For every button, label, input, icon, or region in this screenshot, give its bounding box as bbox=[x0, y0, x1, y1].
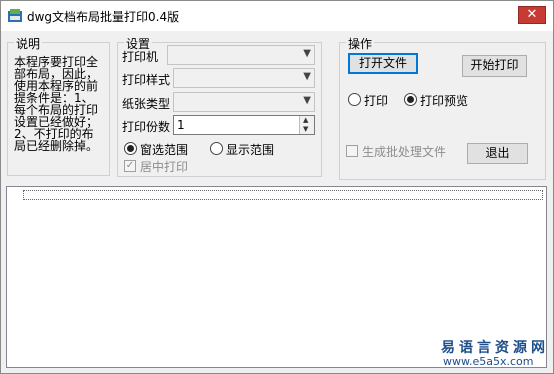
copies-label: 打印份数 bbox=[122, 120, 171, 134]
chevron-down-icon: ▼ bbox=[303, 95, 311, 106]
center-print-checkbox[interactable]: ✓ bbox=[124, 160, 136, 172]
center-print-label: 居中打印 bbox=[140, 160, 189, 174]
spin-up-icon[interactable]: ▲ bbox=[303, 116, 308, 124]
printer-label: 打印机 bbox=[122, 50, 159, 64]
print-preview-label[interactable]: 打印预览 bbox=[420, 92, 468, 109]
spin-buttons[interactable]: ▲ ▼ bbox=[299, 116, 314, 134]
chevron-down-icon: ▼ bbox=[303, 71, 311, 82]
description-text: 本程序要打印全部布局，因此，使用本程序的前提条件是：1、每个布局的打印设置已经做… bbox=[14, 55, 99, 153]
exit-button[interactable]: 退出 bbox=[467, 143, 528, 164]
copies-value: 1 bbox=[177, 118, 185, 132]
list-item[interactable] bbox=[23, 190, 543, 200]
display-range-label[interactable]: 显示范围 bbox=[226, 141, 274, 158]
paper-type-select[interactable]: ▼ bbox=[173, 92, 315, 112]
watermark-url: www.e5a5x.com bbox=[443, 355, 534, 368]
copies-stepper[interactable]: 1 ▲ ▼ bbox=[173, 115, 315, 135]
operations-group-title: 操作 bbox=[346, 35, 375, 52]
close-button[interactable]: ✕ bbox=[518, 6, 546, 24]
print-preview-radio[interactable] bbox=[404, 93, 417, 106]
open-file-button[interactable]: 打开文件 bbox=[348, 53, 418, 74]
print-radio[interactable] bbox=[348, 93, 361, 106]
window-range-label[interactable]: 窗选范围 bbox=[140, 141, 188, 158]
batch-file-label: 生成批处理文件 bbox=[362, 145, 447, 159]
window-range-radio[interactable] bbox=[124, 142, 137, 155]
app-icon bbox=[8, 9, 22, 22]
description-group-title: 说明 bbox=[14, 35, 43, 52]
print-style-select[interactable]: ▼ bbox=[173, 68, 315, 88]
paper-type-label: 纸张类型 bbox=[122, 97, 171, 111]
display-range-radio[interactable] bbox=[210, 142, 223, 155]
title-bar[interactable]: dwg文档布局批量打印0.4版 ✕ bbox=[1, 1, 553, 31]
batch-file-checkbox[interactable] bbox=[346, 145, 358, 157]
window-title: dwg文档布局批量打印0.4版 bbox=[27, 10, 180, 24]
spin-down-icon[interactable]: ▼ bbox=[303, 125, 308, 133]
print-style-label: 打印样式 bbox=[122, 73, 171, 87]
printer-select[interactable]: ▼ bbox=[167, 45, 315, 65]
start-print-button[interactable]: 开始打印 bbox=[462, 55, 527, 77]
print-radio-label[interactable]: 打印 bbox=[364, 92, 388, 109]
chevron-down-icon: ▼ bbox=[303, 48, 311, 59]
main-window: dwg文档布局批量打印0.4版 ✕ 说明 本程序要打印全部布局，因此，使用本程序… bbox=[0, 0, 554, 374]
watermark-logo-text: 易语言资源网 bbox=[441, 340, 549, 356]
